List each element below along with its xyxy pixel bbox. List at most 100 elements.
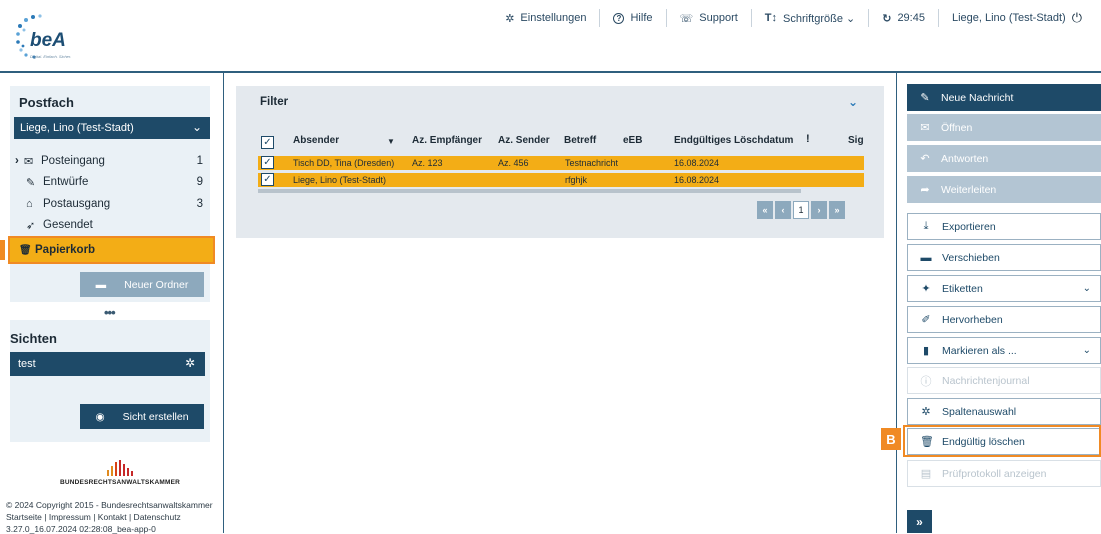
envelope-icon: ✉ [920,122,930,134]
create-view-button[interactable]: ◉ Sicht erstellen [80,404,204,429]
pagination: « ‹ 1 › » [757,201,845,219]
expand-icon[interactable]: › [15,155,24,167]
reply-button[interactable]: ↶ Antworten [907,145,1101,172]
copyright-text: © 2024 Copyright 2015 - Bundesrechtsanwa… [6,500,213,510]
highlight-button[interactable]: ✐ Hervorheben [907,306,1101,333]
column-loeschdatum[interactable]: Endgültiges Löschdatum [674,135,793,146]
support-icon: ☏ [679,12,694,25]
outbox-icon: ⌂ [26,198,33,210]
tag-icon: ✦ [921,283,931,295]
gear-icon: ✲ [921,406,931,418]
new-message-button[interactable]: ✎ Neue Nachricht [907,84,1101,111]
settings-link[interactable]: ✲ Einstellungen [492,9,599,27]
chevron-down-icon: ⌄ [1082,345,1091,356]
audit-log-button[interactable]: ▤ Prüfprotokoll anzeigen [907,460,1101,487]
edit-icon: ✎ [26,176,36,189]
chevron-down-icon: ⌄ [191,120,202,134]
labels-button[interactable]: ✦ Etiketten ⌄ [907,275,1101,302]
gear-icon[interactable]: ✲ [185,356,195,370]
help-link[interactable]: ? Hilfe [599,9,665,27]
user-menu[interactable]: Liege, Lino (Test-Stadt) ⏻ [937,9,1095,27]
refresh-icon: ↻ [882,12,892,25]
info-icon: ⓘ [920,375,932,388]
actions-divider [896,73,897,533]
outbox-count: 3 [196,198,203,210]
mailbox-title: Postfach [19,95,74,110]
open-button[interactable]: ✉ Öffnen [907,114,1101,141]
chevron-down-icon: ⌄ [1082,283,1091,294]
folder-icon: ▬ [920,251,932,264]
footer-links[interactable]: Startseite | Impressum | Kontakt | Daten… [6,512,181,522]
svg-text:Digital. Einfach. Sicher.: Digital. Einfach. Sicher. [30,54,71,59]
reply-icon: ↶ [920,153,930,165]
sidebar-item-posteingang[interactable]: › ✉ Posteingang 1 [15,152,205,170]
brak-bars-icon [55,460,185,476]
column-absender[interactable]: Absender [293,135,339,146]
view-item-test[interactable]: test ✲ [10,352,205,376]
gear-icon: ✲ [505,12,515,25]
download-icon: ⤓ [923,220,929,232]
font-size-icon: T↕ [764,12,778,24]
brak-logo: BUNDESRECHTSANWALTSKAMMER [55,460,185,486]
column-az-empfaenger[interactable]: Az. Empfänger [412,135,482,146]
envelope-icon: ✉ [24,155,34,168]
more-dots[interactable]: ••• [104,305,116,320]
send-icon: ➶ [26,219,36,232]
draft-count: 9 [196,176,203,188]
forward-icon: ➦ [920,184,930,196]
sort-desc-icon[interactable]: ▼ [387,137,395,146]
svg-text:beA: beA [30,30,66,51]
horizontal-scrollbar[interactable] [258,189,801,193]
unread-count: 1 [196,155,203,167]
row-checkbox[interactable]: ✓ [261,173,274,186]
new-folder-button[interactable]: ▬ Neuer Ordner [80,272,204,297]
message-journal-button[interactable]: ⓘ Nachrichtenjournal [907,367,1101,394]
mark-as-button[interactable]: ▮ Markieren als ... ⌄ [907,337,1101,364]
views-title: Sichten [10,331,57,346]
prev-page-button[interactable]: ‹ [775,201,791,219]
select-all-checkbox[interactable]: ✓ [261,136,274,149]
font-size-dropdown[interactable]: T↕ Schriftgröße ⌄ [750,9,868,27]
move-button[interactable]: ▬ Verschieben [907,244,1101,271]
next-page-button[interactable]: › [811,201,827,219]
bea-logo[interactable]: beA Digital. Einfach. Sicher. [10,8,90,63]
export-button[interactable]: ⤓ Exportieren [907,213,1101,240]
marker-b-label: B [881,428,901,450]
first-page-button[interactable]: « [757,201,773,219]
highlight-marker-b [903,425,1101,457]
filter-title: Filter [260,96,289,108]
document-icon: ▤ [920,468,932,480]
sidebar-item-entwuerfe[interactable]: ✎ Entwürfe 9 [26,173,205,191]
column-priority[interactable]: ! [806,133,810,145]
session-timer[interactable]: ↻ 29:45 [868,9,938,27]
app-header: beA Digital. Einfach. Sicher. ✲ Einstell… [0,0,1101,72]
sidebar-item-postausgang[interactable]: ⌂ Postausgang 3 [26,195,205,213]
column-eeb[interactable]: eEB [623,135,642,146]
folder-icon: ▬ [95,278,107,291]
header-divider [0,71,1101,73]
sidebar-item-gesendet[interactable]: ➶ Gesendet [26,216,205,234]
top-navigation: ✲ Einstellungen ? Hilfe ☏ Support T↕ Sch… [492,7,1095,29]
table-row[interactable]: ✓ Tisch DD, Tina (Dresden) Az. 123 Az. 4… [258,156,864,170]
forward-button[interactable]: ➦ Weiterleiten [907,176,1101,203]
marker-a-label: A [0,240,5,260]
support-link[interactable]: ☏ Support [665,9,751,27]
logout-icon[interactable]: ⏻ [1072,10,1082,26]
sidebar-divider [223,73,224,533]
row-checkbox[interactable]: ✓ [261,156,274,169]
last-page-button[interactable]: » [829,201,845,219]
mailbox-dropdown[interactable]: Liege, Lino (Test-Stadt) ⌄ [14,117,210,139]
column-az-sender[interactable]: Az. Sender [498,135,550,146]
help-icon: ? [613,12,625,24]
current-page[interactable]: 1 [793,201,809,219]
marker-icon: ✐ [921,314,931,326]
bookmark-icon: ▮ [922,345,930,357]
collapse-panel-button[interactable]: » [907,510,932,533]
column-select-button[interactable]: ✲ Spaltenauswahl [907,398,1101,425]
pencil-icon: ✎ [920,92,930,104]
highlight-marker-a [8,236,215,264]
column-signature[interactable]: Sig [848,135,864,146]
table-row[interactable]: ✓ Liege, Lino (Test-Stadt) rfghjk 16.08.… [258,173,864,187]
chevron-down-icon[interactable]: ⌄ [848,95,858,109]
column-betreff[interactable]: Betreff [564,135,596,146]
